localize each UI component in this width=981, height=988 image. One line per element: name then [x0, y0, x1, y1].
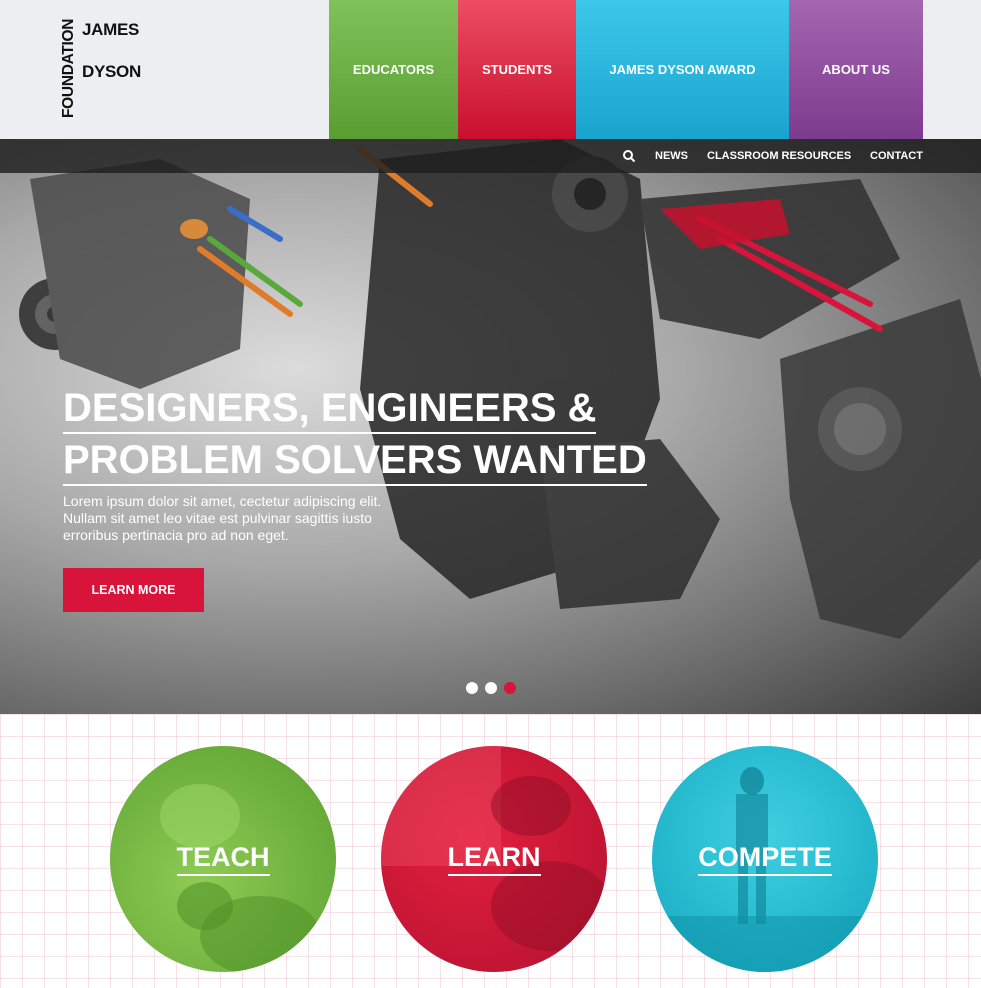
search-glyph [623, 150, 636, 163]
logo-word-dyson: DYSON [82, 62, 141, 81]
nav-james-dyson-award[interactable]: JAMES DYSON AWARD [576, 0, 789, 139]
carousel-dot-2[interactable] [485, 682, 497, 694]
subnav-news[interactable]: NEWS [655, 139, 688, 173]
learn-label: LEARN [447, 842, 541, 876]
logo-vertical: FOUNDATION [60, 18, 77, 118]
compete-label: COMPETE [698, 842, 832, 876]
logo-word-james: JAMES [82, 20, 140, 39]
teach-label: TEACH [176, 842, 270, 876]
compete-circle[interactable]: COMPETE [652, 746, 878, 972]
nav-educators[interactable]: EDUCATORS [329, 0, 458, 139]
learn-more-button[interactable]: LEARN MORE [63, 568, 204, 612]
carousel-dot-1[interactable] [466, 682, 478, 694]
hero-title: DESIGNERS, ENGINEERS & PROBLEM SOLVERS W… [63, 385, 647, 489]
nav-students[interactable]: STUDENTS [458, 0, 576, 139]
hero-title-line-2: PROBLEM SOLVERS WANTED [63, 437, 647, 486]
carousel-dot-3-active[interactable] [504, 682, 516, 694]
subnav-classroom-resources[interactable]: CLASSROOM RESOURCES [707, 139, 851, 173]
learn-circle[interactable]: LEARN [381, 746, 607, 972]
hero-title-line-1: DESIGNERS, ENGINEERS & [63, 385, 597, 434]
subnav-contact[interactable]: CONTACT [870, 139, 923, 173]
teach-circle[interactable]: TEACH [110, 746, 336, 972]
search-icon[interactable] [622, 139, 636, 173]
nav-about-us[interactable]: ABOUT US [789, 0, 923, 139]
dyson-foundation-logo[interactable]: FOUNDATION JAMES DYSON [60, 18, 150, 120]
hero-body-text: Lorem ipsum dolor sit amet, cectetur adi… [63, 493, 382, 543]
